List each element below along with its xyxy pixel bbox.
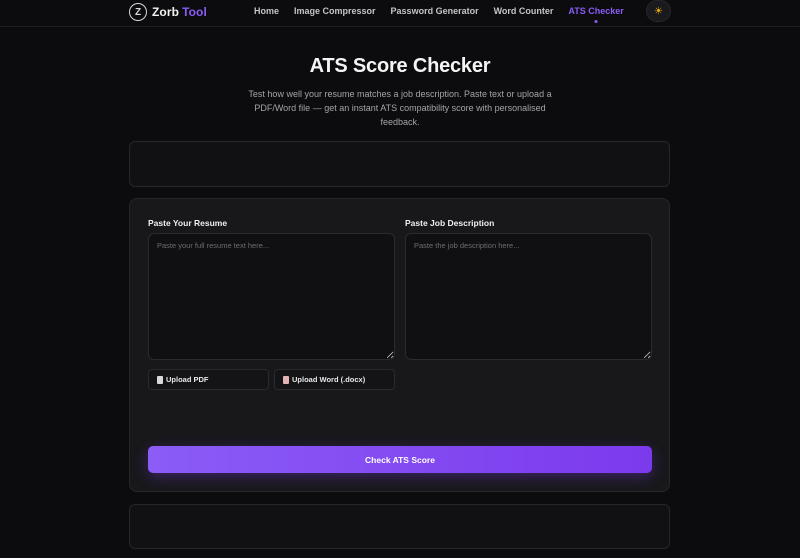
upload-word-button[interactable]: Upload Word (.docx) [274, 369, 395, 390]
resume-label: Paste Your Resume [148, 218, 228, 228]
bottom-ad-slot [129, 504, 670, 549]
resume-textarea[interactable] [148, 233, 395, 360]
brand-word-2: Tool [182, 5, 207, 19]
theme-toggle-button[interactable]: ☀ [646, 0, 671, 22]
top-ad-slot [129, 141, 670, 187]
upload-pdf-label: Upload PDF [166, 375, 209, 384]
document-icon [157, 375, 163, 384]
brand-logo[interactable]: Z Zorb Tool [129, 2, 207, 22]
nav-link-home[interactable]: Home [254, 6, 279, 16]
nav-link-password-generator[interactable]: Password Generator [391, 6, 479, 16]
page-subtitle: Test how well your resume matches a job … [248, 89, 552, 127]
page-title: ATS Score Checker [309, 55, 491, 77]
nav-link-image-compressor[interactable]: Image Compressor [294, 6, 376, 16]
upload-pdf-button[interactable]: Upload PDF [148, 369, 269, 390]
job-description-label: Paste Job Description [405, 218, 495, 228]
nav-link-ats-checker[interactable]: ATS Checker [568, 6, 623, 16]
top-navbar: Z Zorb Tool Home Image Compressor Passwor… [0, 0, 800, 27]
nav-links: Home Image Compressor Password Generator… [254, 6, 639, 16]
nav-link-word-counter[interactable]: Word Counter [494, 6, 554, 16]
brand-name: Zorb Tool [152, 5, 207, 19]
sun-icon: ☀ [654, 5, 663, 17]
job-description-textarea[interactable] [405, 233, 652, 360]
upload-word-label: Upload Word (.docx) [292, 375, 366, 384]
word-document-icon [283, 375, 289, 384]
logo-mark-icon: Z [129, 3, 147, 21]
brand-word-1: Zorb [152, 5, 180, 19]
check-ats-score-button[interactable]: Check ATS Score [148, 446, 652, 473]
